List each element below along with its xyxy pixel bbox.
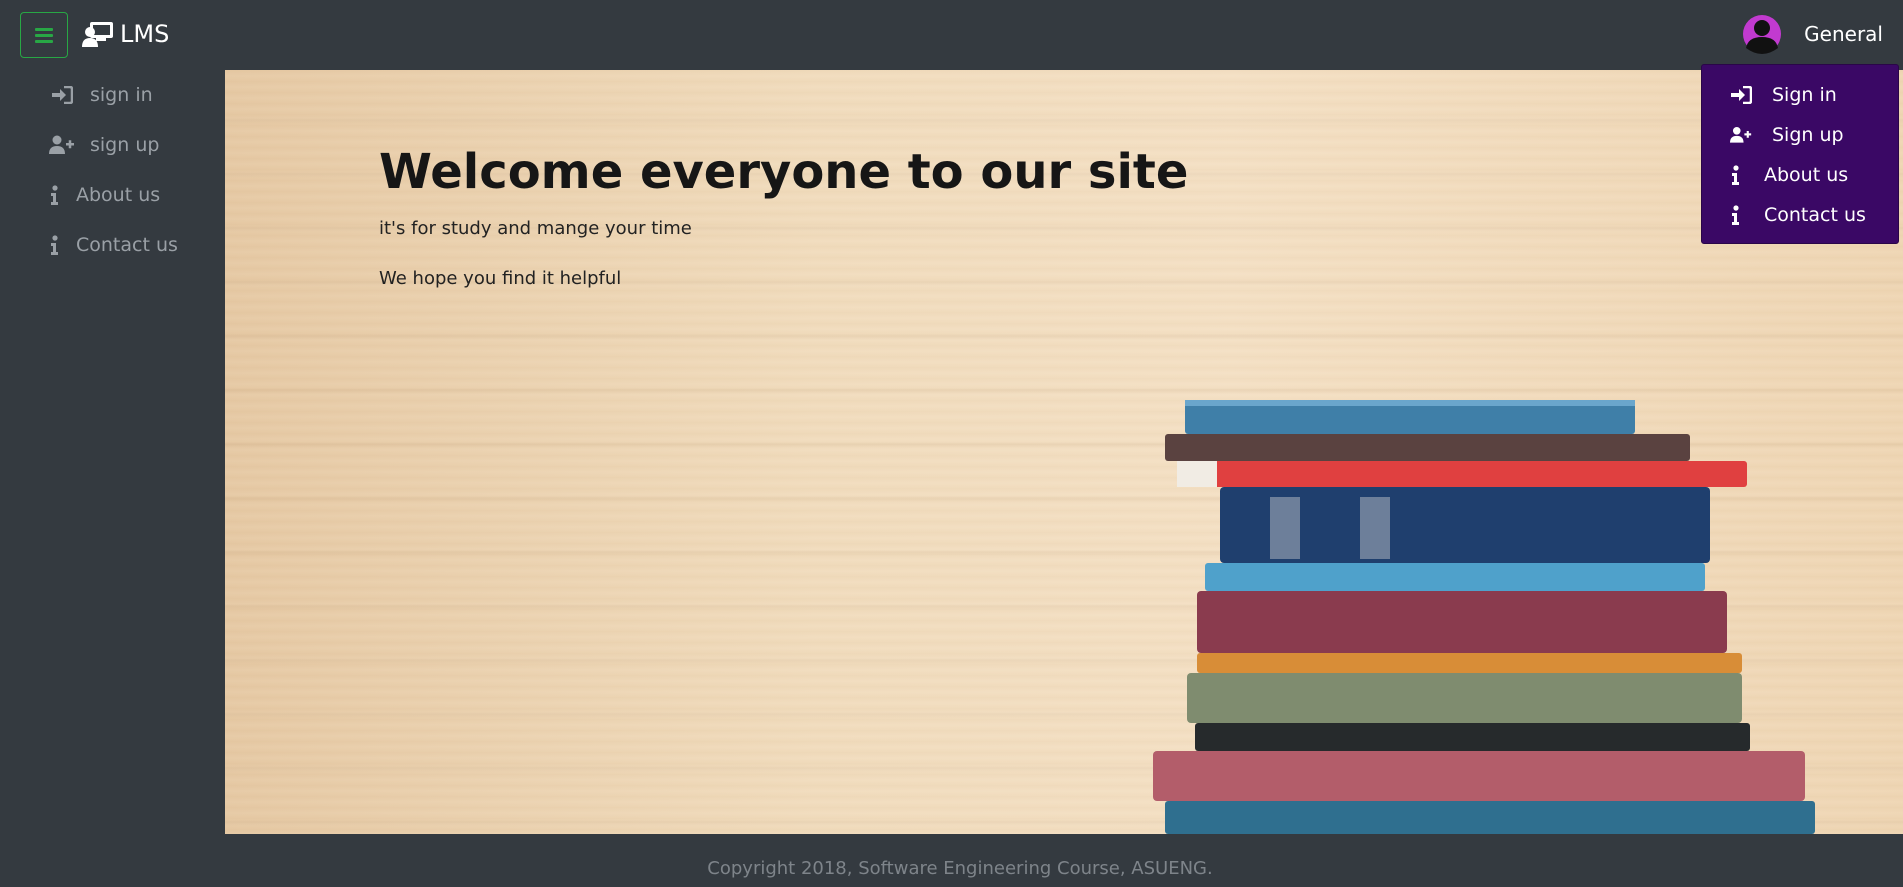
sidebar-item-label: sign up <box>90 134 160 156</box>
sidebar-item-about-us[interactable]: About us <box>0 170 225 220</box>
hamburger-icon <box>35 28 53 43</box>
sidebar-item-label: Contact us <box>76 234 178 256</box>
dropdown-item-contact-us[interactable]: Contact us <box>1702 195 1898 235</box>
sidebar-item-label: About us <box>76 184 161 206</box>
chalkboard-teacher-icon <box>82 22 113 47</box>
sidebar: sign in sign up About us Contact us <box>0 70 225 270</box>
dropdown-item-label: About us <box>1764 164 1849 186</box>
hero-banner: Welcome everyone to our site it's for st… <box>225 70 1903 834</box>
brand-name: LMS <box>120 20 170 48</box>
info-icon <box>1730 165 1740 185</box>
sidebar-item-label: sign in <box>90 84 153 106</box>
user-plus-icon <box>1730 125 1752 145</box>
info-icon <box>48 185 60 205</box>
user-avatar-icon <box>1743 15 1782 54</box>
sidebar-item-sign-in[interactable]: sign in <box>0 70 225 120</box>
brand-logo[interactable]: LMS <box>82 20 169 48</box>
hero-subtitle: it's for study and mange your time <box>379 218 692 239</box>
user-name: General <box>1804 22 1883 46</box>
top-navbar: LMS General <box>0 0 1903 70</box>
user-menu[interactable]: General <box>1742 14 1883 54</box>
book-stack-image <box>1153 400 1815 834</box>
info-icon <box>48 235 60 255</box>
dropdown-item-sign-up[interactable]: Sign up <box>1702 115 1898 155</box>
sign-in-icon <box>48 86 76 104</box>
dropdown-item-sign-in[interactable]: Sign in <box>1702 75 1898 115</box>
sidebar-toggle-button[interactable] <box>20 12 68 58</box>
user-plus-icon <box>48 135 76 155</box>
dropdown-item-label: Contact us <box>1764 204 1866 226</box>
dropdown-item-label: Sign in <box>1772 84 1837 106</box>
dropdown-item-about-us[interactable]: About us <box>1702 155 1898 195</box>
footer-copyright: Copyright 2018, Software Engineering Cou… <box>707 858 1213 879</box>
user-dropdown-menu: Sign in Sign up About us Contact us <box>1701 64 1899 244</box>
info-icon <box>1730 205 1740 225</box>
sidebar-item-sign-up[interactable]: sign up <box>0 120 225 170</box>
sign-in-icon <box>1730 86 1752 104</box>
hero-title: Welcome everyone to our site <box>379 144 1189 200</box>
hero-message: We hope you find it helpful <box>379 268 622 289</box>
sidebar-item-contact-us[interactable]: Contact us <box>0 220 225 270</box>
dropdown-item-label: Sign up <box>1772 124 1844 146</box>
